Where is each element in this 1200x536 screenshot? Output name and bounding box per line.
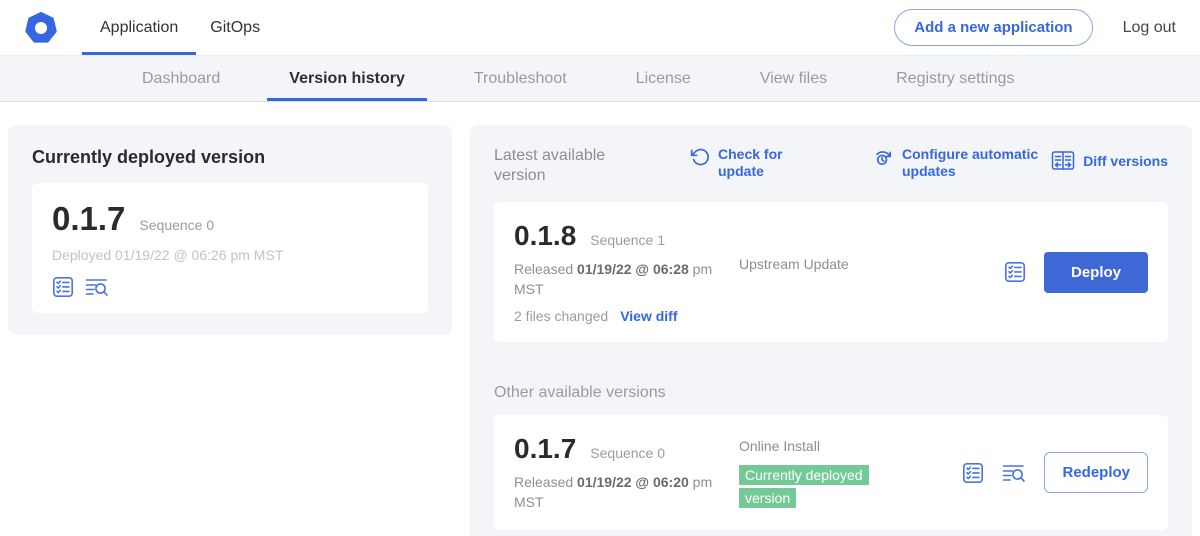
app-logo-icon[interactable] xyxy=(25,12,57,44)
other-sequence-label: Sequence 0 xyxy=(590,445,665,461)
other-versions-title: Other available versions xyxy=(494,384,1168,402)
other-source-label: Online Install xyxy=(739,438,962,454)
deployed-version-card: 0.1.7 Sequence 0 Deployed 01/19/22 @ 06:… xyxy=(32,183,428,313)
diff-versions-button[interactable]: Diff versions xyxy=(1051,150,1168,172)
release-notes-icon[interactable] xyxy=(52,276,74,298)
check-for-update-button[interactable]: Check for update xyxy=(690,146,802,180)
latest-available-title: Latest available version xyxy=(494,146,626,186)
release-notes-icon[interactable] xyxy=(1004,261,1026,283)
header-right: Add a new application Log out xyxy=(894,0,1200,55)
subnav-version-history[interactable]: Version history xyxy=(267,56,427,101)
subnav-registry-settings[interactable]: Registry settings xyxy=(874,56,1036,101)
deploy-button[interactable]: Deploy xyxy=(1044,252,1148,293)
configure-automatic-updates-label: Configure automatic updates xyxy=(902,146,1048,180)
latest-version-number: 0.1.8 xyxy=(514,220,576,252)
header-nav: Application GitOps xyxy=(82,0,274,55)
subnav-dashboard[interactable]: Dashboard xyxy=(120,56,242,101)
view-logs-icon[interactable] xyxy=(85,276,109,298)
latest-source-label: Upstream Update xyxy=(739,220,1004,324)
latest-released-timestamp: Released 01/19/22 @ 06:28 pm MST xyxy=(514,260,739,299)
release-notes-icon[interactable] xyxy=(962,462,984,484)
check-for-update-label: Check for update xyxy=(718,146,802,180)
configure-automatic-updates-button[interactable]: Configure automatic updates xyxy=(872,146,1048,180)
top-header: Application GitOps Add a new application… xyxy=(0,0,1200,56)
other-version-number: 0.1.7 xyxy=(514,433,576,465)
deployed-timestamp: Deployed 01/19/22 @ 06:26 pm MST xyxy=(52,247,408,263)
currently-deployed-title: Currently deployed version xyxy=(32,147,428,168)
add-application-button[interactable]: Add a new application xyxy=(894,9,1092,46)
diff-versions-label: Diff versions xyxy=(1083,153,1168,170)
files-changed-label: 2 files changed xyxy=(514,308,608,324)
logout-link[interactable]: Log out xyxy=(1123,19,1176,37)
available-versions-panel: Latest available version Check for updat… xyxy=(470,125,1192,536)
subnav-license[interactable]: License xyxy=(614,56,713,101)
subnav-troubleshoot[interactable]: Troubleshoot xyxy=(452,56,589,101)
app-subnav: Dashboard Version history Troubleshoot L… xyxy=(0,56,1200,102)
currently-deployed-badge: Currently deployed version xyxy=(739,465,869,507)
redeploy-button[interactable]: Redeploy xyxy=(1044,452,1148,493)
subnav-view-files[interactable]: View files xyxy=(738,56,849,101)
other-version-card: 0.1.7 Sequence 0 Released 01/19/22 @ 06:… xyxy=(494,415,1168,530)
currently-deployed-panel: Currently deployed version 0.1.7 Sequenc… xyxy=(8,125,452,335)
refresh-icon xyxy=(690,146,710,168)
latest-sequence-label: Sequence 1 xyxy=(590,232,665,248)
deployed-version-number: 0.1.7 xyxy=(52,200,125,238)
tab-application[interactable]: Application xyxy=(82,0,196,55)
other-released-timestamp: Released 01/19/22 @ 06:20 pm MST xyxy=(514,473,739,512)
latest-version-card: 0.1.8 Sequence 1 Released 01/19/22 @ 06:… xyxy=(494,202,1168,342)
schedule-update-icon xyxy=(872,146,894,170)
diff-versions-icon xyxy=(1051,150,1075,172)
view-diff-link[interactable]: View diff xyxy=(620,308,677,324)
main-content: Currently deployed version 0.1.7 Sequenc… xyxy=(0,102,1200,536)
deployed-sequence-label: Sequence 0 xyxy=(139,217,214,233)
tab-gitops[interactable]: GitOps xyxy=(196,0,274,55)
view-logs-icon[interactable] xyxy=(1002,462,1026,484)
